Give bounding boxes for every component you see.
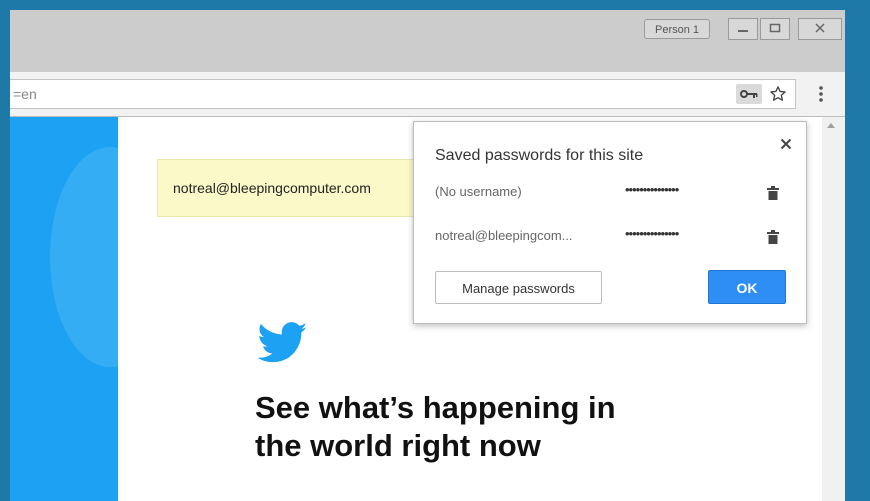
password-entry-mask: ••••••••••••••• (625, 226, 679, 241)
password-entry-username: (No username) (435, 184, 522, 199)
key-icon[interactable] (736, 84, 762, 104)
menu-icon[interactable] (810, 82, 832, 106)
email-field-value: notreal@bleepingcomputer.com (173, 180, 371, 196)
headline-line-1: See what’s happening in (255, 390, 616, 425)
trash-icon[interactable] (765, 183, 781, 203)
url-text: =en (13, 86, 37, 102)
vertical-scrollbar[interactable] (822, 117, 845, 501)
window-controls (728, 18, 842, 40)
window-close-button[interactable] (798, 18, 842, 40)
minimize-icon (737, 22, 749, 36)
maximize-icon (769, 22, 781, 36)
star-icon[interactable] (765, 84, 791, 104)
saved-passwords-popup: Saved passwords for this site (No userna… (413, 121, 807, 324)
ok-button[interactable]: OK (708, 270, 786, 304)
title-bar: Person 1 (10, 10, 845, 72)
close-icon[interactable] (776, 134, 796, 154)
minimize-button[interactable] (728, 18, 758, 40)
decorative-circle (50, 147, 118, 367)
trash-icon[interactable] (765, 227, 781, 247)
password-entry-username: notreal@bleepingcom... (435, 228, 573, 243)
manage-passwords-button[interactable]: Manage passwords (435, 271, 602, 304)
password-entry: notreal@bleepingcom... ••••••••••••••• (435, 225, 795, 249)
popup-title: Saved passwords for this site (435, 147, 644, 164)
address-bar[interactable]: =en (10, 79, 796, 109)
headline-line-2: the world right now (255, 428, 541, 463)
browser-toolbar: =en (10, 72, 845, 117)
password-entry-mask: ••••••••••••••• (625, 182, 679, 197)
twitter-side-panel (10, 117, 118, 501)
password-entry: (No username) ••••••••••••••• (435, 181, 795, 205)
browser-window: Person 1 =en notreal@bleepingcomputer.co… (10, 10, 845, 501)
twitter-bird-icon (257, 322, 308, 364)
email-field[interactable]: notreal@bleepingcomputer.com (157, 159, 417, 217)
scroll-up-arrow-icon[interactable] (827, 123, 835, 128)
maximize-button[interactable] (760, 18, 790, 40)
profile-button[interactable]: Person 1 (644, 19, 710, 39)
page-headline: See what’s happening in the world right … (255, 389, 675, 465)
window-close-icon (814, 22, 826, 37)
